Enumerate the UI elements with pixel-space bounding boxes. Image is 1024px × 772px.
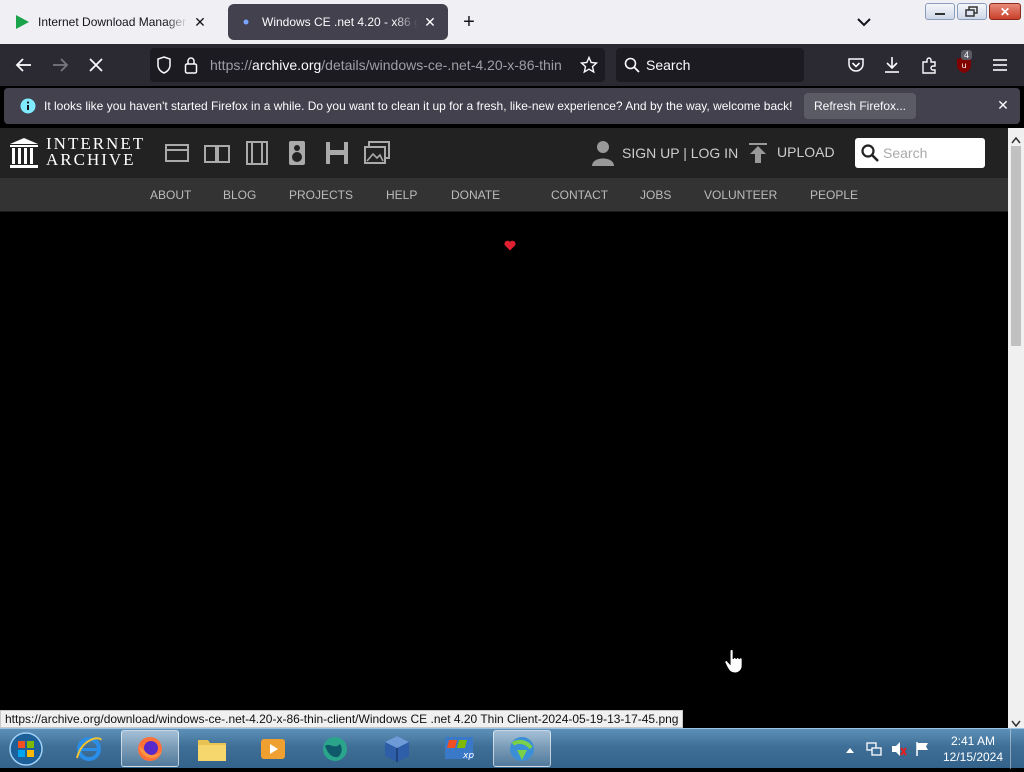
restore-button[interactable]	[957, 3, 987, 20]
ia-nav-bar: ABOUT BLOG PROJECTS HELP DONATE CONTACT …	[0, 178, 1008, 251]
nav-jobs[interactable]: JOBS	[640, 188, 671, 202]
status-link-url: https://archive.org/download/windows-ce-…	[0, 710, 684, 728]
url-bar[interactable]: https://archive.org/details/windows-ce-.…	[150, 48, 605, 82]
info-icon	[20, 98, 36, 119]
heart-icon	[504, 238, 516, 256]
navigation-toolbar: https://archive.org/details/windows-ce-.…	[0, 44, 1024, 86]
xp-vm-taskbar-icon[interactable]: xp	[430, 730, 488, 767]
stop-loading-icon[interactable]	[85, 54, 107, 76]
network-tray-icon[interactable]	[866, 741, 882, 757]
nav-blog[interactable]: BLOG	[223, 188, 256, 202]
user-icon[interactable]	[592, 140, 614, 171]
url-scheme: https://	[210, 57, 253, 73]
software-floppy-icon[interactable]	[324, 140, 350, 166]
tab-title: Internet Download Manager is a	[38, 15, 188, 29]
tracking-shield-icon[interactable]	[156, 56, 172, 79]
taskbar-clock[interactable]: 2:41 AM 12/15/2024	[940, 733, 1006, 765]
ia-logo-line2: ARCHIVE	[46, 150, 136, 169]
close-notification-icon[interactable]: ✕	[994, 97, 1012, 115]
virtualbox-taskbar-icon[interactable]	[368, 730, 426, 767]
internet-explorer-taskbar-icon[interactable]	[60, 730, 118, 767]
media-player-taskbar-icon[interactable]	[244, 730, 302, 767]
ia-logo[interactable]: INTERNET ARCHIVE	[46, 135, 145, 169]
show-desktop-button[interactable]	[1010, 729, 1024, 769]
globe-app-taskbar-icon[interactable]	[306, 730, 364, 767]
nav-projects[interactable]: PROJECTS	[289, 188, 353, 202]
scroll-thumb[interactable]	[1011, 146, 1021, 346]
padlock-icon[interactable]	[184, 56, 198, 79]
search-icon	[861, 144, 879, 167]
upload-arrow-icon[interactable]	[748, 142, 768, 169]
ia-header: INTERNET ARCHIVE SIGN UP | LOG IN UPLOAD	[0, 128, 1008, 178]
url-text[interactable]: https://archive.org/details/windows-ce-.…	[210, 57, 570, 73]
nav-people[interactable]: PEOPLE	[810, 188, 858, 202]
search-icon	[624, 57, 640, 78]
idm-favicon-icon	[14, 14, 30, 30]
close-window-button[interactable]: ✕	[989, 3, 1021, 20]
list-tabs-chevron-icon[interactable]	[852, 12, 876, 32]
show-hidden-icons-arrow[interactable]	[845, 743, 861, 759]
ia-logo-icon[interactable]	[10, 138, 38, 173]
url-path: /details/windows-ce-.net-4.20-x-86-thin	[321, 57, 562, 73]
web-icon[interactable]	[164, 140, 190, 166]
svg-text:xp: xp	[462, 751, 474, 761]
audio-speaker-icon[interactable]	[284, 140, 310, 166]
action-center-flag-icon[interactable]	[915, 741, 931, 757]
bookmark-star-icon[interactable]	[579, 55, 599, 79]
clock-date: 12/15/2024	[942, 750, 1004, 764]
page-scrollbar[interactable]	[1008, 128, 1024, 728]
texts-book-icon[interactable]	[204, 140, 230, 166]
nav-about[interactable]: ABOUT	[150, 188, 191, 202]
tab-title: Windows CE .net 4.20 - x86 generic	[262, 15, 418, 29]
tab-close-icon[interactable]: ✕	[422, 14, 438, 31]
hand-cursor-icon	[724, 648, 744, 674]
search-placeholder: Search	[646, 57, 691, 73]
nav-volunteer[interactable]: VOLUNTEER	[704, 188, 777, 202]
loading-dot-icon	[238, 14, 254, 30]
ia-search-input[interactable]: Search	[855, 138, 985, 168]
idm-taskbar-icon[interactable]	[493, 730, 551, 767]
forward-arrow-icon[interactable]	[49, 54, 71, 76]
tab-idm[interactable]: Internet Download Manager is a ✕	[4, 4, 218, 40]
file-explorer-taskbar-icon[interactable]	[183, 730, 241, 767]
ia-search-placeholder: Search	[883, 145, 928, 161]
tab-bar: Internet Download Manager is a ✕ Windows…	[0, 0, 1024, 44]
tab-windows-ce[interactable]: Windows CE .net 4.20 - x86 generic ✕	[228, 4, 448, 40]
start-orb-button[interactable]	[6, 731, 46, 767]
sign-up-login-link[interactable]: SIGN UP | LOG IN	[622, 145, 738, 161]
back-arrow-icon[interactable]	[13, 54, 35, 76]
pocket-icon[interactable]	[845, 54, 867, 76]
tab-close-icon[interactable]: ✕	[192, 14, 208, 31]
extension-badge: 4	[961, 50, 973, 60]
hamburger-menu-icon[interactable]	[989, 54, 1011, 76]
nav-donate[interactable]: DONATE	[451, 188, 500, 202]
clock-time: 2:41 AM	[950, 734, 996, 748]
page-content: INTERNET ARCHIVE SIGN UP | LOG IN UPLOAD	[0, 128, 1008, 710]
nav-contact[interactable]: CONTACT	[551, 188, 608, 202]
search-bar[interactable]: Search	[616, 48, 804, 82]
new-tab-button[interactable]: +	[458, 12, 480, 34]
minimize-button[interactable]	[925, 3, 955, 20]
svg-text:u: u	[961, 61, 966, 70]
windows-taskbar: xp 2:41 AM 12/15/2024	[0, 728, 1024, 769]
images-icon[interactable]	[364, 140, 390, 166]
url-host: archive.org	[252, 57, 322, 73]
refresh-firefox-button[interactable]: Refresh Firefox...	[804, 93, 916, 119]
notification-bar: It looks like you haven't started Firefo…	[4, 88, 1020, 124]
notification-message: It looks like you haven't started Firefo…	[44, 99, 793, 113]
extensions-puzzle-icon[interactable]	[918, 54, 940, 76]
firefox-taskbar-icon[interactable]	[121, 730, 179, 767]
upload-link[interactable]: UPLOAD	[777, 144, 835, 160]
downloads-icon[interactable]	[881, 54, 903, 76]
nav-help[interactable]: HELP	[386, 188, 417, 202]
video-film-icon[interactable]	[244, 140, 270, 166]
volume-muted-tray-icon[interactable]	[891, 741, 907, 757]
